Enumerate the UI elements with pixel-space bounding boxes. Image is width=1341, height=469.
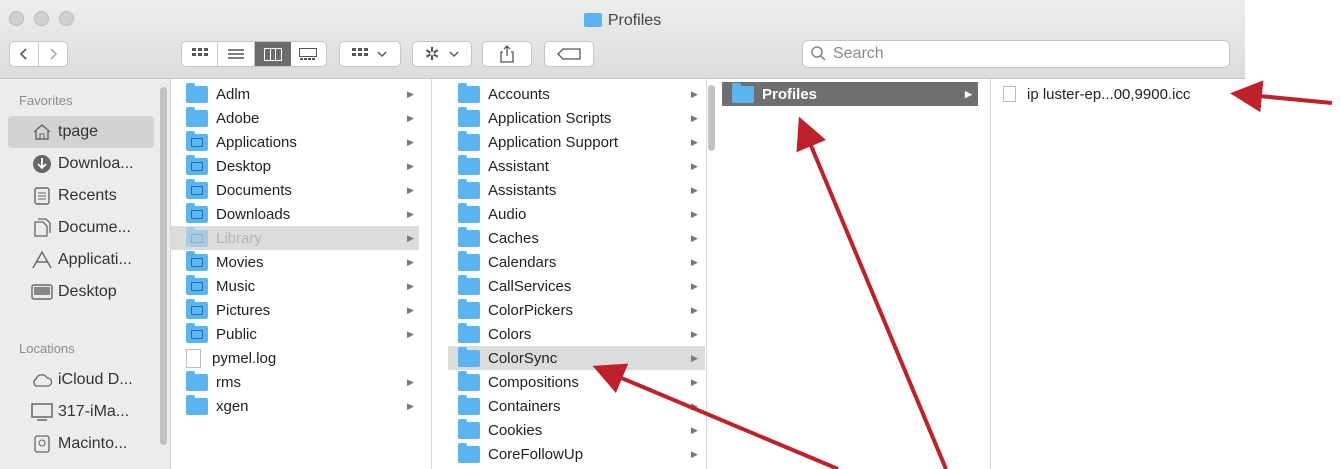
annotation-arrows — [592, 80, 1333, 469]
arrow-to-profiles — [796, 116, 948, 469]
arrow-to-colorsync — [592, 363, 839, 469]
arrow-to-icc-file — [1230, 80, 1333, 113]
